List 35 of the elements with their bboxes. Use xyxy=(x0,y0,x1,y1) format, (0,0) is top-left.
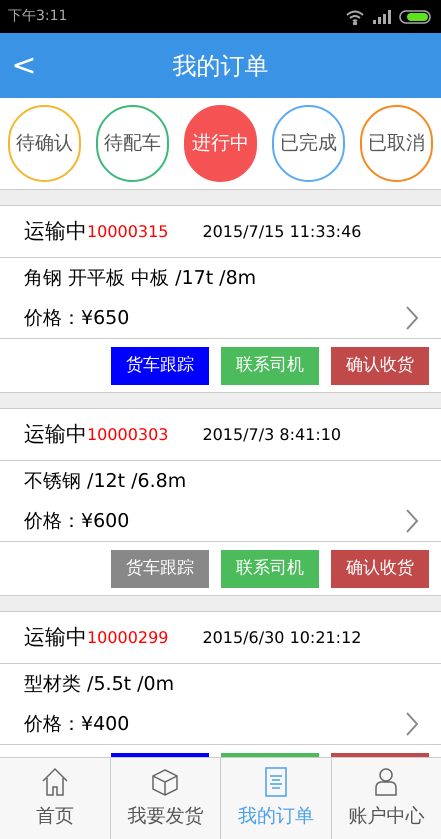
order-number: 10000315 xyxy=(87,220,168,242)
action-button[interactable]: 货车跟踪 xyxy=(111,346,209,384)
chevron-right-icon[interactable] xyxy=(405,711,419,737)
order-date: 2015/6/30 10:21:12 xyxy=(202,626,362,648)
status-filter[interactable]: 已取消 xyxy=(360,105,433,182)
chevron-right-icon[interactable] xyxy=(405,305,419,331)
price-text: 价格：¥650 xyxy=(23,306,130,331)
price-text: 价格：¥400 xyxy=(23,712,130,737)
battery-icon xyxy=(399,8,433,24)
order-status: 运输中 xyxy=(24,218,87,245)
order-number: 10000303 xyxy=(87,424,168,446)
house-icon xyxy=(40,766,70,798)
status-filter[interactable]: 已完成 xyxy=(272,105,345,182)
order-number: 10000299 xyxy=(87,626,168,648)
tab-bar-item[interactable]: 首页 xyxy=(0,758,110,839)
status-filter[interactable]: 待确认 xyxy=(8,105,81,182)
signal-icon xyxy=(373,10,391,24)
tab-bar-item[interactable]: 账户中心 xyxy=(330,758,441,839)
action-button[interactable]: 确认收货 xyxy=(331,550,429,588)
goods-text: 不锈钢 /12t /6.8m xyxy=(23,468,188,494)
chevron-right-icon[interactable] xyxy=(405,508,419,534)
order-date: 2015/7/15 11:33:46 xyxy=(202,220,362,242)
order-status: 运输中 xyxy=(24,624,87,651)
order-date: 2015/7/3 8:41:10 xyxy=(202,424,342,446)
action-button[interactable]: 确认收货 xyxy=(331,346,429,384)
tab-bar-item[interactable]: 我要发货 xyxy=(110,758,220,839)
page-title: 我的订单 xyxy=(172,50,268,82)
status-filter[interactable]: 待配车 xyxy=(96,105,169,182)
status-time: 下午3:11 xyxy=(8,7,68,26)
wifi-icon xyxy=(345,8,365,24)
price-text: 价格：¥600 xyxy=(23,508,130,534)
goods-text: 角钢 开平板 中板 /17t /8m xyxy=(23,266,258,291)
action-button[interactable]: 货车跟踪 xyxy=(111,550,209,588)
goods-text: 型材类 /5.5t /0m xyxy=(23,672,176,697)
order-status: 运输中 xyxy=(24,420,87,448)
